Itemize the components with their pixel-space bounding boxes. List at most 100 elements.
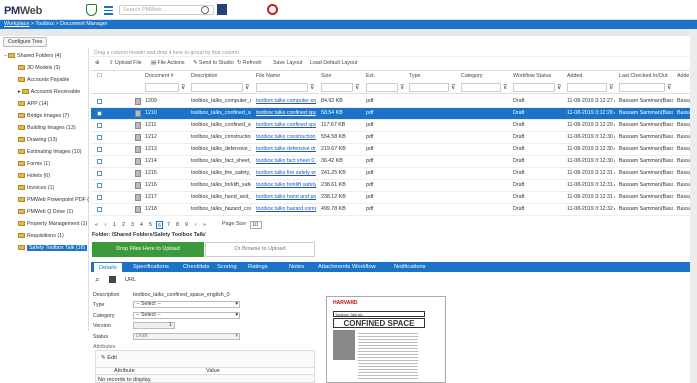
status-field[interactable]: Draft ▾ bbox=[133, 333, 240, 340]
tab-scoring[interactable]: Scoring bbox=[212, 262, 242, 272]
save-layout-button[interactable]: Save Layout bbox=[273, 60, 302, 66]
column-header[interactable]: Last Checked In/Out bbox=[619, 73, 667, 79]
drop-zone[interactable]: Drop Files Here to Upload bbox=[92, 242, 204, 257]
row-checkbox[interactable] bbox=[97, 159, 102, 164]
select-all-checkbox[interactable]: ☐ bbox=[97, 73, 102, 79]
document-icon[interactable] bbox=[135, 146, 141, 153]
column-filter-input[interactable] bbox=[567, 83, 607, 92]
tab-notifications[interactable]: Notifications bbox=[389, 262, 431, 272]
filter-icon[interactable]: ⊽ bbox=[557, 84, 561, 91]
configure-tree-button[interactable]: Configure Tree bbox=[3, 37, 48, 47]
tree-item[interactable]: Estimating Images (10) bbox=[18, 147, 81, 157]
pager-last[interactable]: » bbox=[201, 221, 208, 229]
tab-specifications[interactable]: Specifications bbox=[128, 262, 174, 272]
document-icon[interactable] bbox=[135, 110, 141, 117]
table-row[interactable]: 1210 toolbox_talks_confined_spa toolbox ta… bbox=[91, 108, 697, 120]
tree-item[interactable]: 3D Models (3) bbox=[18, 63, 60, 73]
filter-icon[interactable]: ⊽ bbox=[451, 84, 455, 91]
column-header[interactable]: File Name bbox=[256, 73, 280, 79]
tree-item[interactable]: Building Images (13) bbox=[18, 123, 76, 133]
table-row[interactable]: 1213 toolbox_talks_defensive_dr toolbox ta… bbox=[91, 144, 697, 156]
filter-icon[interactable]: ⊽ bbox=[400, 84, 404, 91]
table-cell[interactable]: toolbox talks fact sheet 0.pd bbox=[256, 158, 316, 164]
column-header[interactable]: Size bbox=[321, 73, 331, 79]
add-icon[interactable]: ⊕ bbox=[95, 60, 99, 66]
description-field[interactable]: toolbox_talks_confined_space_english_0 bbox=[133, 292, 230, 298]
pager-page[interactable]: 6 bbox=[156, 221, 163, 229]
tree-item[interactable]: PMWeb Q Drive (1) bbox=[18, 207, 73, 217]
tree-item[interactable]: Safety Toolbox Talk (16) bbox=[18, 243, 88, 253]
column-filter-input[interactable] bbox=[461, 83, 501, 92]
table-cell[interactable]: toolbox talks hazard commu bbox=[256, 206, 316, 212]
column-header[interactable]: Type bbox=[409, 73, 420, 79]
breadcrumb-workplace[interactable]: Workplace bbox=[4, 21, 29, 27]
page-size-select[interactable]: 10 bbox=[250, 221, 262, 229]
column-filter-input[interactable] bbox=[145, 83, 179, 92]
edit-button[interactable]: ✎ Edit bbox=[101, 355, 117, 361]
tree-item[interactable]: Drawing (13) bbox=[18, 135, 57, 145]
tree-item[interactable]: Forms (1) bbox=[18, 159, 50, 169]
row-checkbox[interactable] bbox=[97, 147, 102, 152]
filter-icon[interactable]: ⊽ bbox=[181, 84, 185, 91]
refresh-button[interactable]: ↻ Refresh bbox=[237, 60, 261, 66]
filter-icon[interactable]: ⊽ bbox=[310, 84, 314, 91]
table-row[interactable]: 1218 toolbox_talks_hazard_comm toolbox tal… bbox=[91, 204, 697, 216]
document-icon[interactable] bbox=[135, 206, 141, 213]
page-scrollbar[interactable] bbox=[690, 29, 697, 383]
filter-icon[interactable]: ⊽ bbox=[245, 84, 249, 91]
row-checkbox[interactable] bbox=[97, 195, 102, 200]
shield-icon[interactable] bbox=[86, 4, 97, 16]
tree-item[interactable]: Invoices (1) bbox=[18, 183, 54, 193]
expand-icon[interactable]: ▸ bbox=[18, 89, 21, 95]
hamburger-menu-icon[interactable] bbox=[104, 6, 113, 17]
pager-prev[interactable]: ‹ bbox=[102, 221, 109, 229]
tree-item[interactable]: Bridge Images (7) bbox=[18, 111, 69, 121]
tree-item[interactable]: APP (14) bbox=[18, 99, 48, 109]
column-filter-input[interactable] bbox=[256, 83, 308, 92]
row-checkbox[interactable] bbox=[97, 207, 102, 212]
table-cell[interactable]: toolbox talks confined space bbox=[256, 122, 316, 128]
row-checkbox[interactable] bbox=[97, 99, 102, 104]
row-checkbox[interactable] bbox=[97, 111, 102, 116]
column-header[interactable]: Added bbox=[567, 73, 582, 79]
pager-page[interactable]: 9 bbox=[183, 221, 190, 229]
pager-page[interactable]: 7 bbox=[165, 221, 172, 229]
row-checkbox[interactable] bbox=[97, 171, 102, 176]
tree-item[interactable]: ▸ Accounts Receivable bbox=[18, 87, 80, 97]
table-cell[interactable]: toolbox talks fire safety eng bbox=[256, 170, 316, 176]
row-checkbox[interactable] bbox=[97, 135, 102, 140]
expand-icon[interactable]: − bbox=[4, 53, 7, 59]
pager-page[interactable]: 5 bbox=[147, 221, 154, 229]
document-icon[interactable] bbox=[135, 98, 141, 105]
pager-page[interactable]: 8 bbox=[174, 221, 181, 229]
pager-next[interactable]: › bbox=[192, 221, 199, 229]
filter-icon[interactable]: ⊽ bbox=[503, 84, 507, 91]
table-cell[interactable]: toolbox talks forklift safety e bbox=[256, 182, 316, 188]
upload-file-button[interactable]: ⇪ Upload File bbox=[109, 60, 142, 66]
column-header[interactable]: Ext. bbox=[366, 73, 375, 79]
column-header[interactable]: Description bbox=[191, 73, 218, 79]
row-checkbox[interactable] bbox=[97, 123, 102, 128]
table-row[interactable]: 1214 toolbox_talks_fact_sheet_0 toolbox ta… bbox=[91, 156, 697, 168]
column-filter-input[interactable] bbox=[191, 83, 243, 92]
document-icon[interactable] bbox=[135, 122, 141, 129]
filter-icon[interactable]: ⊽ bbox=[355, 84, 359, 91]
tree-item[interactable]: − Shared Folders (4) bbox=[4, 51, 61, 61]
category-select[interactable]: -- Select -- ▾ bbox=[133, 312, 240, 319]
pager-page[interactable]: 1 bbox=[111, 221, 118, 229]
document-icon[interactable] bbox=[135, 194, 141, 201]
table-cell[interactable]: toolbox talks hand and powe bbox=[256, 194, 316, 200]
pager-first[interactable]: « bbox=[93, 221, 100, 229]
pager-page[interactable]: 4 bbox=[138, 221, 145, 229]
column-header[interactable]: Adde bbox=[677, 73, 689, 79]
tab-workflow[interactable]: Workflow bbox=[347, 262, 381, 272]
column-filter-input[interactable] bbox=[321, 83, 353, 92]
tab-ratings[interactable]: Ratings bbox=[243, 262, 273, 272]
version-field[interactable]: 1 bbox=[133, 322, 175, 329]
column-header[interactable]: Workflow Status bbox=[513, 73, 551, 79]
url-link[interactable]: URL bbox=[125, 277, 136, 283]
document-icon[interactable] bbox=[135, 182, 141, 189]
column-header[interactable]: Category bbox=[461, 73, 483, 79]
column-filter-input[interactable] bbox=[409, 83, 449, 92]
load-default-layout-button[interactable]: Load Default Layout bbox=[310, 60, 357, 66]
